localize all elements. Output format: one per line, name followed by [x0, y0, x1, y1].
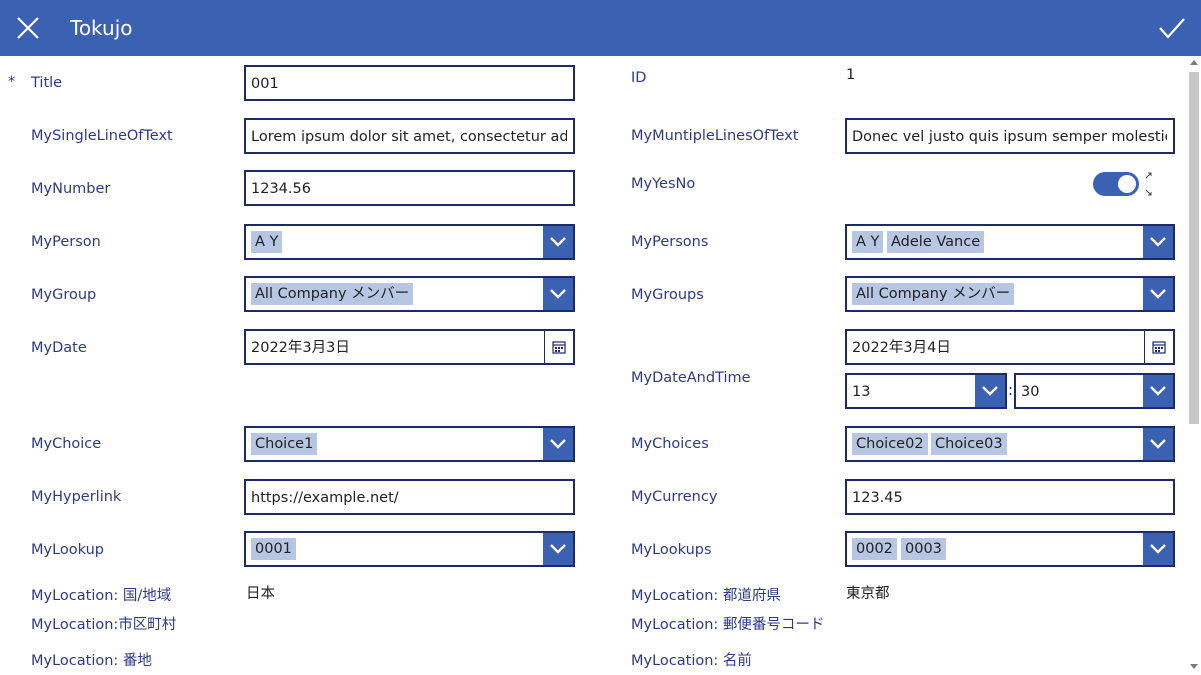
hyperlink-value: https://example.net/: [251, 490, 399, 506]
title-input[interactable]: 001: [244, 65, 575, 101]
id-value: 1: [846, 67, 856, 83]
scroll-down-arrow-icon[interactable]: [1190, 664, 1198, 669]
chevron-down-icon[interactable]: [1143, 428, 1173, 460]
lookups-chip[interactable]: 0002: [852, 538, 897, 560]
date-value: 2022年3月3日: [251, 340, 350, 356]
choice-label: MyChoice: [31, 436, 102, 452]
yesno-toggle[interactable]: [1093, 172, 1139, 196]
app-header: Tokujo: [0, 0, 1201, 56]
toggle-knob: [1118, 175, 1136, 193]
scroll-up-arrow-icon[interactable]: [1190, 60, 1198, 65]
person-label: MyPerson: [31, 234, 101, 250]
chevron-down-icon[interactable]: [1143, 226, 1173, 258]
title-label: Title: [31, 75, 63, 91]
calendar-icon[interactable]: [544, 331, 573, 363]
choices-label: MyChoices: [631, 436, 709, 452]
lookups-label: MyLookups: [631, 542, 712, 558]
resize-handle-icon: [1145, 172, 1152, 196]
currency-label: MyCurrency: [631, 489, 718, 505]
lookups-chip[interactable]: 0003: [901, 538, 946, 560]
multi-line-input[interactable]: Donec vel justo quis ipsum semper molest…: [845, 118, 1175, 154]
required-asterisk: *: [8, 74, 16, 90]
persons-label: MyPersons: [631, 234, 709, 250]
title-value: 001: [251, 76, 279, 92]
choices-combobox[interactable]: Choice02 Choice03: [845, 426, 1175, 462]
app-title: Tokujo: [70, 16, 133, 40]
lookup-combobox[interactable]: 0001: [244, 531, 575, 567]
single-line-input[interactable]: Lorem ipsum dolor sit amet, consectetur …: [244, 118, 575, 154]
group-chip[interactable]: All Company メンバー: [251, 283, 414, 305]
location-city-label: MyLocation:市区町村: [31, 617, 177, 633]
location-country-value: 日本: [246, 586, 275, 602]
choice-chip[interactable]: Choice1: [251, 433, 318, 455]
location-country-label: MyLocation: 国/地域: [31, 588, 172, 604]
groups-chip[interactable]: All Company メンバー: [852, 283, 1015, 305]
group-label: MyGroup: [31, 287, 97, 303]
chevron-down-icon[interactable]: [1143, 375, 1173, 407]
lookup-label: MyLookup: [31, 542, 105, 558]
location-state-label: MyLocation: 都道府県: [631, 588, 781, 604]
minute-value: 30: [1021, 384, 1040, 400]
single-line-label: MySingleLineOfText: [31, 128, 173, 144]
chevron-down-icon[interactable]: [975, 375, 1005, 407]
vertical-scrollbar[interactable]: [1187, 56, 1201, 675]
chevron-down-icon[interactable]: [543, 428, 573, 460]
choices-chip[interactable]: Choice03: [931, 433, 1007, 455]
choices-chip[interactable]: Choice02: [852, 433, 928, 455]
date-label: MyDate: [31, 340, 87, 356]
hyperlink-input[interactable]: https://example.net/: [244, 479, 575, 515]
hour-value: 13: [852, 384, 871, 400]
yesno-label: MyYesNo: [631, 176, 696, 192]
persons-combobox[interactable]: A Y Adele Vance: [845, 224, 1175, 260]
persons-chip[interactable]: Adele Vance: [887, 231, 985, 253]
minute-dropdown[interactable]: 30: [1014, 373, 1175, 409]
time-separator: :: [1008, 381, 1014, 399]
single-line-value: Lorem ipsum dolor sit amet, consectetur …: [251, 129, 567, 145]
calendar-icon[interactable]: [1144, 331, 1173, 363]
currency-value: 123.45: [852, 490, 903, 506]
datetime-date-picker[interactable]: 2022年3月4日: [845, 329, 1175, 365]
chevron-down-icon[interactable]: [543, 226, 573, 258]
person-combobox[interactable]: A Y: [244, 224, 575, 260]
chevron-down-icon[interactable]: [543, 278, 573, 310]
number-input[interactable]: 1234.56: [244, 170, 575, 206]
person-chip[interactable]: A Y: [251, 231, 283, 253]
chevron-down-icon[interactable]: [1143, 278, 1173, 310]
datetime-date-value: 2022年3月4日: [852, 340, 951, 356]
group-combobox[interactable]: All Company メンバー: [244, 276, 575, 312]
currency-input[interactable]: 123.45: [845, 479, 1175, 515]
multi-line-value: Donec vel justo quis ipsum semper molest…: [852, 129, 1167, 145]
close-icon[interactable]: [16, 16, 40, 40]
date-picker[interactable]: 2022年3月3日: [244, 329, 575, 365]
id-label: ID: [631, 70, 647, 86]
lookups-combobox[interactable]: 0002 0003: [845, 531, 1175, 567]
number-label: MyNumber: [31, 181, 111, 197]
datetime-label: MyDateAndTime: [631, 370, 751, 386]
choice-combobox[interactable]: Choice1: [244, 426, 575, 462]
multi-line-label: MyMuntipleLinesOfText: [631, 128, 799, 144]
groups-label: MyGroups: [631, 287, 704, 303]
lookup-chip[interactable]: 0001: [251, 538, 296, 560]
hour-dropdown[interactable]: 13: [845, 373, 1007, 409]
groups-combobox[interactable]: All Company メンバー: [845, 276, 1175, 312]
checkmark-icon[interactable]: [1158, 16, 1186, 40]
chevron-down-icon[interactable]: [543, 533, 573, 565]
persons-chip[interactable]: A Y: [852, 231, 884, 253]
chevron-down-icon[interactable]: [1143, 533, 1173, 565]
location-postal-label: MyLocation: 郵便番号コード: [631, 617, 825, 633]
hyperlink-label: MyHyperlink: [31, 489, 122, 505]
number-value: 1234.56: [251, 181, 311, 197]
location-name-label: MyLocation: 名前: [631, 653, 752, 669]
scroll-thumb[interactable]: [1189, 72, 1199, 424]
location-state-value: 東京都: [846, 586, 890, 602]
location-street-label: MyLocation: 番地: [31, 653, 152, 669]
